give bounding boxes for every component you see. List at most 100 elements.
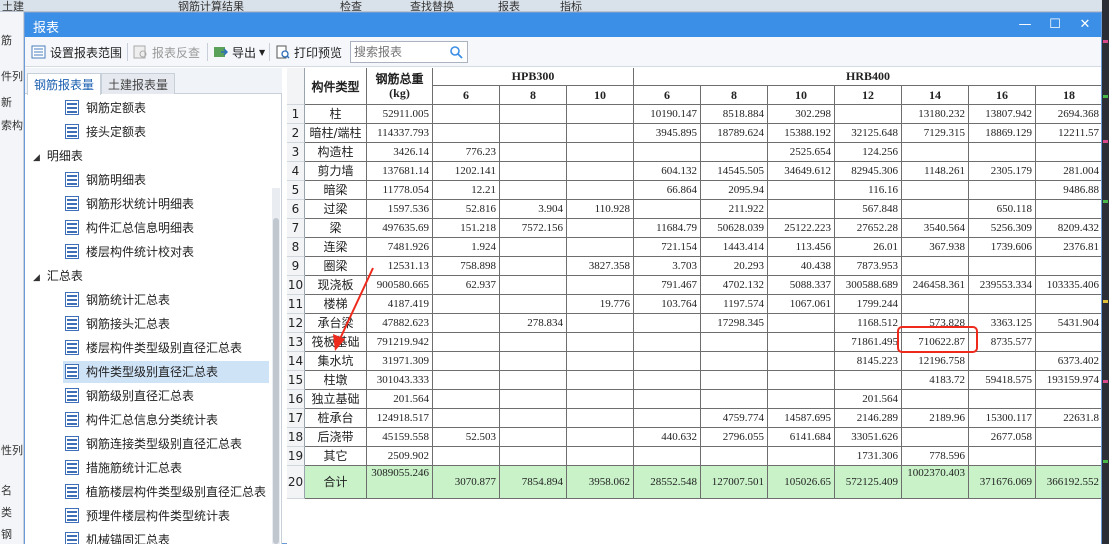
table-cell-value: 26.01 bbox=[835, 238, 902, 257]
report-dialog: 报表 — ☐ ✕ 设置报表范围 报表反查 导出 ▼ 打印预览 搜索报表 钢筋报表… bbox=[24, 12, 1102, 544]
table-cell-value bbox=[433, 124, 500, 143]
report-query-label: 报表反查 bbox=[152, 45, 201, 60]
table-cell-value bbox=[500, 124, 567, 143]
left-strip-label: 性列 bbox=[1, 444, 23, 457]
table-cell-value: 103.764 bbox=[634, 295, 701, 314]
tree-item-floor-type-grade-diameter[interactable]: 楼层构件类型级别直径汇总表 bbox=[65, 337, 242, 359]
tree-item-label: 楼层构件类型级别直径汇总表 bbox=[86, 341, 243, 355]
table-cell-value bbox=[768, 390, 835, 409]
table-cell-value: 721.154 bbox=[634, 238, 701, 257]
column-header-diameter: 10 bbox=[768, 86, 835, 105]
table-cell-value: 3945.895 bbox=[634, 124, 701, 143]
toolbar-divider bbox=[127, 43, 128, 61]
tree-item-component-summary-detail[interactable]: 构件汇总信息明细表 bbox=[65, 217, 194, 239]
table-cell-value bbox=[969, 181, 1036, 200]
table-cell-value: 1443.414 bbox=[701, 238, 768, 257]
table-cell-value bbox=[433, 314, 500, 333]
table-cell-value bbox=[969, 447, 1036, 466]
table-cell-value: 302.298 bbox=[768, 105, 835, 124]
table-cell-value: 8518.884 bbox=[701, 105, 768, 124]
table-cell-value bbox=[567, 447, 634, 466]
tree-item-type-grade-diameter-selected[interactable]: 构件类型级别直径汇总表 bbox=[63, 361, 269, 383]
report-tree: 钢筋定额表 接头定额表 ◢ 明细表 钢筋明细表 钢筋形状统计明细表 构件汇总信息… bbox=[25, 95, 270, 544]
table-cell-value bbox=[567, 143, 634, 162]
table-cell-value: 2189.96 bbox=[902, 409, 969, 428]
maximize-button[interactable]: ☐ bbox=[1043, 15, 1067, 35]
table-cell-value: 28552.548 bbox=[634, 466, 701, 499]
tree-item-rebar-shape-detail[interactable]: 钢筋形状统计明细表 bbox=[65, 193, 194, 215]
tree-item-embedded-part-stat[interactable]: 预埋件楼层构件类型统计表 bbox=[65, 505, 230, 527]
set-report-range-button[interactable]: 设置报表范围 bbox=[31, 43, 122, 61]
tree-item-floor-check[interactable]: 楼层构件统计校对表 bbox=[65, 241, 194, 263]
tree-item-planted-rebar-summary[interactable]: 植筋楼层构件类型级别直径汇总表 bbox=[65, 481, 266, 503]
table-cell-value bbox=[567, 124, 634, 143]
table-cell-value: 12211.57 bbox=[1036, 124, 1101, 143]
table-cell-value: 1148.261 bbox=[902, 162, 969, 181]
tree-item-rebar-stat-summary[interactable]: 钢筋统计汇总表 bbox=[65, 289, 170, 311]
report-search-box[interactable] bbox=[350, 41, 468, 63]
row-number: 16 bbox=[287, 390, 305, 409]
table-cell-component-type: 合计 bbox=[305, 466, 367, 499]
tree-item-grade-diameter-summary[interactable]: 钢筋级别直径汇总表 bbox=[65, 385, 194, 407]
collapse-triangle-icon[interactable]: ◢ bbox=[33, 147, 43, 169]
collapse-triangle-icon[interactable]: ◢ bbox=[33, 267, 43, 289]
left-strip-label: 索构 bbox=[1, 119, 23, 132]
scrollbar-thumb[interactable] bbox=[273, 218, 279, 544]
tree-item-joint-quota[interactable]: 接头定额表 bbox=[65, 121, 146, 143]
report-query-button[interactable]: 报表反查 bbox=[133, 43, 200, 61]
report-doc-icon bbox=[65, 196, 79, 211]
tree-item-rebar-detail[interactable]: 钢筋明细表 bbox=[65, 169, 146, 191]
table-cell-value bbox=[768, 314, 835, 333]
tree-item-label: 钢筋形状统计明细表 bbox=[86, 197, 195, 211]
export-dropdown-button[interactable]: 导出 ▼ bbox=[213, 43, 265, 61]
table-cell-value: 127007.501 bbox=[701, 466, 768, 499]
table-cell-value: 40.438 bbox=[768, 257, 835, 276]
report-search-input[interactable] bbox=[351, 42, 447, 62]
print-preview-button[interactable]: 打印预览 bbox=[275, 43, 342, 61]
table-cell-value bbox=[634, 409, 701, 428]
table-cell-value bbox=[567, 352, 634, 371]
dialog-titlebar[interactable]: 报表 — ☐ ✕ bbox=[25, 13, 1101, 37]
table-cell-value bbox=[567, 238, 634, 257]
tree-item-rebar-joint-summary[interactable]: 钢筋接头汇总表 bbox=[65, 313, 170, 335]
table-cell-value bbox=[433, 105, 500, 124]
tree-item-mechanical-anchor-summary[interactable]: 机械锚固汇总表 bbox=[65, 529, 170, 544]
table-cell-value bbox=[433, 409, 500, 428]
close-button[interactable]: ✕ bbox=[1073, 15, 1097, 35]
column-header-diameter: 6 bbox=[634, 86, 701, 105]
table-cell-component-type: 其它 bbox=[305, 447, 367, 466]
table-cell-value: 3363.125 bbox=[969, 314, 1036, 333]
table-cell-value bbox=[567, 314, 634, 333]
table-cell-value bbox=[1036, 200, 1101, 219]
tab-civil-report[interactable]: 土建报表量 bbox=[101, 73, 176, 94]
table-cell-value: 25122.223 bbox=[768, 219, 835, 238]
table-cell-value: 2677.058 bbox=[969, 428, 1036, 447]
tree-item-rebar-quota[interactable]: 钢筋定额表 bbox=[65, 97, 146, 119]
table-cell-value bbox=[567, 181, 634, 200]
search-icon[interactable] bbox=[449, 45, 463, 59]
tree-item-component-classified-stat[interactable]: 构件汇总信息分类统计表 bbox=[65, 409, 218, 431]
report-query-icon bbox=[133, 45, 147, 59]
tree-item-connection-type-summary[interactable]: 钢筋连接类型级别直径汇总表 bbox=[65, 433, 242, 455]
report-table-area: 构件类型 钢筋总重(kg) HPB300 HRB400 6 8 10 6 8 10 12 14 16 18… bbox=[287, 68, 1101, 544]
tree-item-measure-rebar-summary[interactable]: 措施筋统计汇总表 bbox=[65, 457, 182, 479]
tree-group-summary[interactable]: ◢ 汇总表 bbox=[33, 265, 83, 287]
table-cell-value: 3827.358 bbox=[567, 257, 634, 276]
column-header-diameter: 8 bbox=[701, 86, 768, 105]
table-cell-value bbox=[701, 447, 768, 466]
table-cell-value bbox=[500, 352, 567, 371]
toolbar-divider bbox=[269, 43, 270, 61]
table-cell-value: 7129.315 bbox=[902, 124, 969, 143]
table-cell-value bbox=[567, 371, 634, 390]
table-cell-value bbox=[500, 238, 567, 257]
table-cell-value: 246458.361 bbox=[902, 276, 969, 295]
table-cell-value: 5088.337 bbox=[768, 276, 835, 295]
tree-group-detail[interactable]: ◢ 明细表 bbox=[33, 145, 83, 167]
tree-scrollbar[interactable] bbox=[272, 188, 280, 544]
main-app-right-edge bbox=[1102, 0, 1109, 544]
table-cell-total-weight: 201.564 bbox=[367, 390, 433, 409]
table-cell-value: 1799.244 bbox=[835, 295, 902, 314]
tab-rebar-report[interactable]: 钢筋报表量 bbox=[27, 73, 102, 95]
table-cell-value bbox=[902, 257, 969, 276]
minimize-button[interactable]: — bbox=[1013, 15, 1037, 35]
